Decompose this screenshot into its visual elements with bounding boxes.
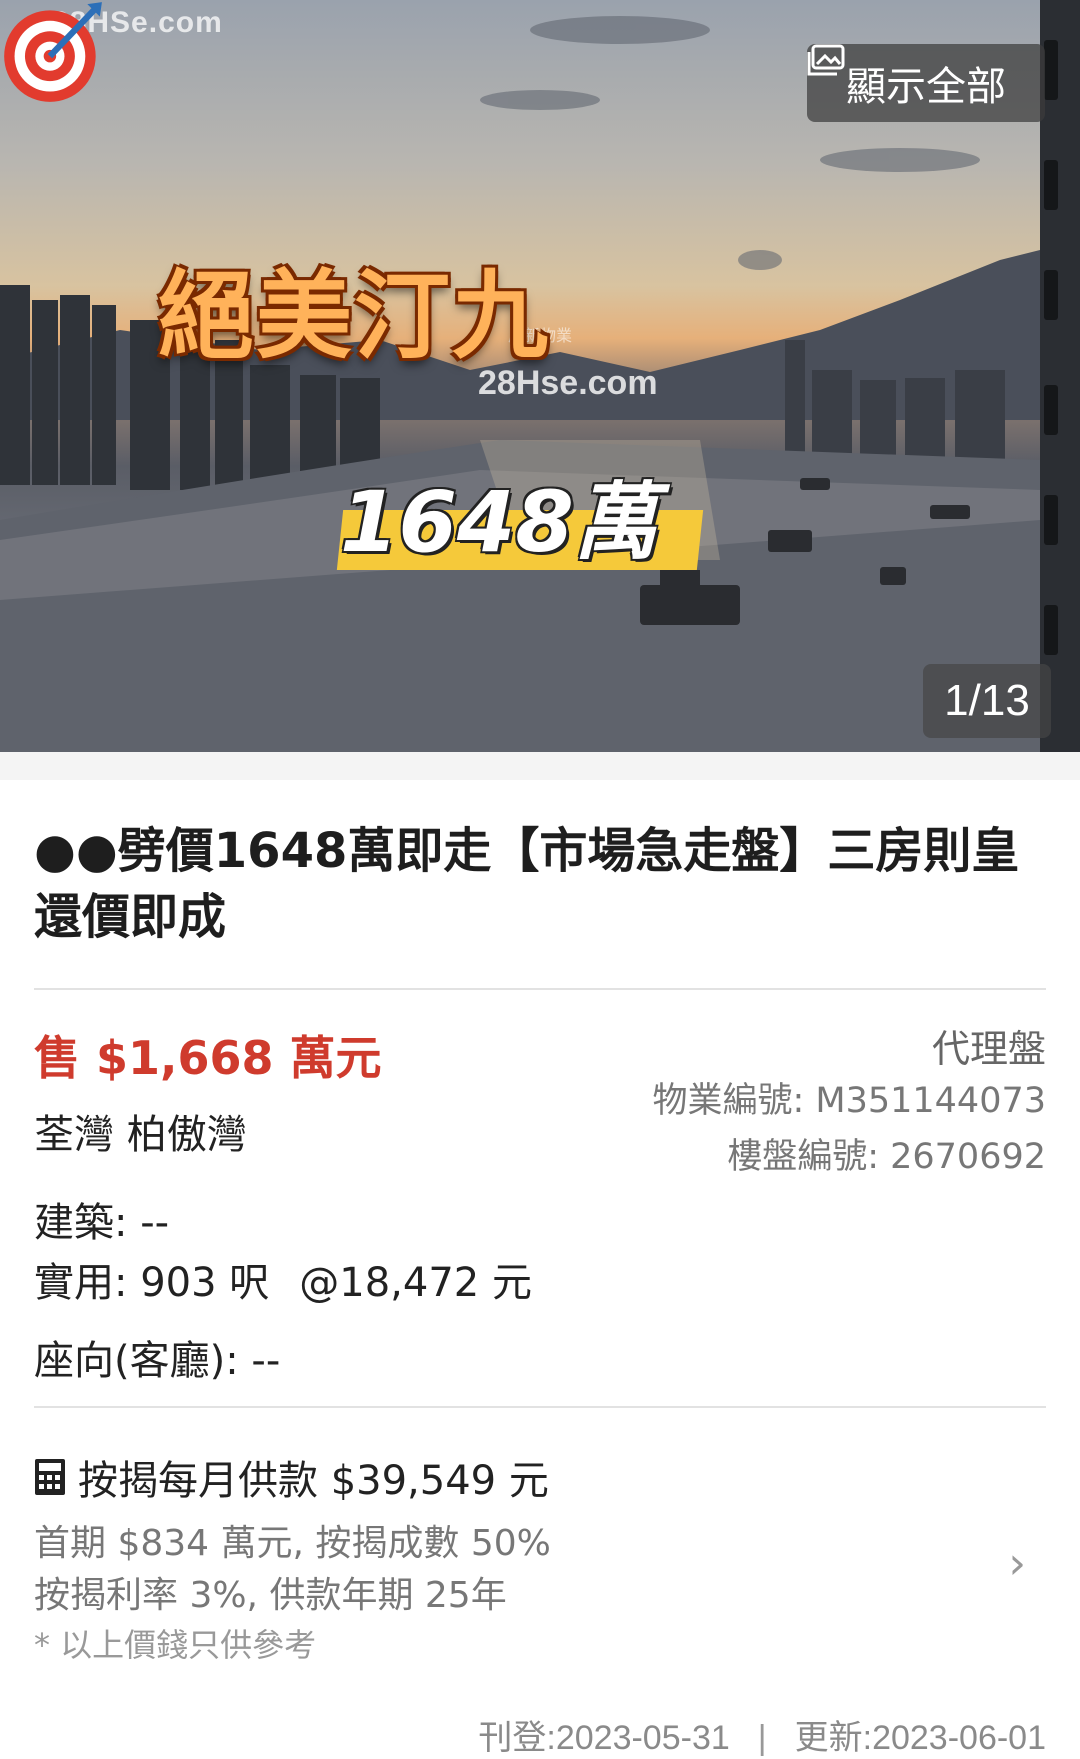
price-disclaimer: * 以上價錢只供參考 <box>34 1626 317 1664</box>
date-separator: | <box>757 1719 767 1757</box>
promo-title: 絕美汀九 <box>158 260 550 372</box>
saleable-area-row: 實用: 903 呎 @18,472 元 <box>34 1250 532 1308</box>
divider <box>34 1406 1046 1408</box>
show-all-photos-button[interactable]: 顯示全部 <box>807 44 1045 122</box>
listing-id: 樓盤編號: 2670692 <box>727 1137 1046 1177</box>
promo-price: 1648萬 <box>340 473 658 571</box>
mortgage-calculator-link[interactable]: 按揭每月供款 $39,549 元 首期 $834 萬元, 按揭成數 50% 按揭… <box>34 1448 1046 1698</box>
divider <box>34 988 1046 990</box>
saleable-area: 實用: 903 呎 <box>34 1260 270 1306</box>
updated-date: 更新:2023-06-01 <box>794 1719 1046 1757</box>
target-icon <box>4 2 102 102</box>
posted-date: 刊登:2023-05-31 <box>478 1719 730 1757</box>
facing: 座向(客廳): -- <box>34 1338 281 1384</box>
listing-dates: 刊登:2023-05-31 | 更新:2023-06-01 <box>478 1710 1046 1759</box>
photo-counter: 1/13 <box>923 664 1051 738</box>
section-divider <box>0 752 1080 780</box>
sale-price: 售 $1,668 萬元 <box>34 1031 382 1085</box>
calculator-icon <box>35 1459 65 1495</box>
chevron-right-icon: › <box>1008 1538 1026 1589</box>
listing-title: ●●劈價1648萬即走【市場急走盤】三房則皇 還價即成 <box>34 823 1020 945</box>
mortgage-monthly-row: 按揭每月供款 $39,549 元 <box>34 1448 549 1506</box>
mortgage-downpayment: 首期 $834 萬元, 按揭成數 50% <box>34 1523 551 1564</box>
mortgage-rate-term: 按揭利率 3%, 供款年期 25年 <box>34 1575 507 1616</box>
unit-price: @18,472 元 <box>299 1260 532 1306</box>
mortgage-monthly: 按揭每月供款 $39,549 元 <box>78 1458 549 1504</box>
gross-area: 建築: -- <box>34 1200 170 1246</box>
show-all-label: 顯示全部 <box>846 64 1006 110</box>
gallery-icon <box>807 44 845 76</box>
hero-photo[interactable]: 28HSe.com 屋新物業 28Hse.com 絕美汀九 1648萬 顯示全部… <box>0 0 1080 752</box>
location[interactable]: 荃灣 柏傲灣 <box>34 1102 247 1160</box>
property-id: 物業編號: M351144073 <box>652 1081 1046 1121</box>
agent-type-label: 代理盤 <box>931 1027 1046 1071</box>
